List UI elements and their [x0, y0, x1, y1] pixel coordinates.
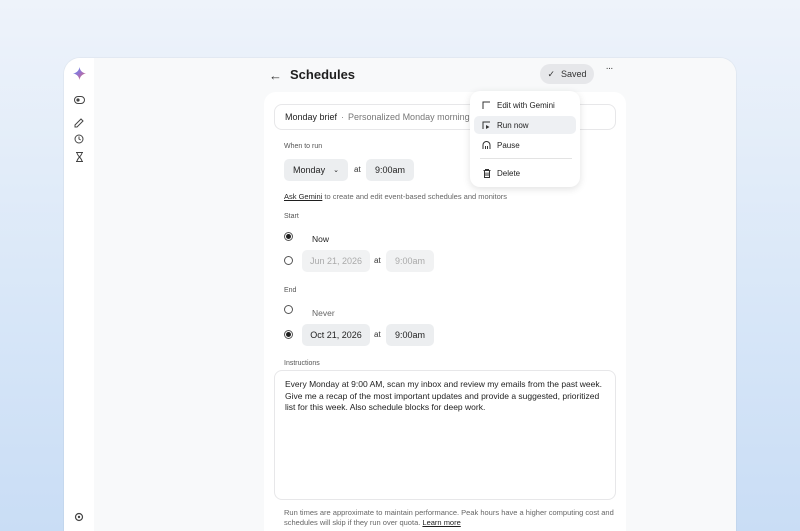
end-time-value: 9:00am [394, 330, 426, 340]
gemini-sparkle-icon[interactable] [72, 66, 86, 80]
toggle-icon[interactable] [72, 93, 86, 107]
schedule-actions-menu: Edit with Gemini Run now Pause Delete [470, 91, 580, 187]
menu-item-label: Delete [497, 168, 521, 178]
hourglass-icon[interactable] [72, 150, 86, 164]
hint-text: to create and edit event-based schedules… [322, 192, 508, 201]
schedule-description: Personalized Monday morning brief [348, 112, 490, 122]
day-value: Monday [293, 165, 326, 175]
run-time-field[interactable]: 9:00am [366, 159, 414, 181]
edit-box-icon [482, 101, 491, 110]
ask-gemini-link[interactable]: Ask Gemini [284, 192, 322, 201]
history-icon[interactable] [72, 132, 86, 146]
footer-note: Run times are approximate to maintain pe… [284, 508, 614, 528]
when-to-run-label: When to run [284, 143, 323, 150]
end-date-radio[interactable] [284, 330, 293, 339]
schedule-name: Monday brief [285, 112, 338, 122]
day-select[interactable]: Monday ⌄ [284, 159, 348, 181]
edit-icon[interactable] [72, 116, 86, 130]
start-date-radio[interactable] [284, 256, 293, 265]
learn-more-link[interactable]: Learn more [422, 518, 460, 527]
start-now-label: Now [312, 234, 330, 244]
check-icon: ✓ [547, 68, 555, 79]
menu-item-label: Edit with Gemini [497, 100, 555, 110]
saved-label: Saved [561, 69, 587, 79]
chevron-down-icon: ⌄ [333, 167, 339, 174]
start-time-placeholder: 9:00am [394, 256, 426, 266]
settings-icon[interactable] [72, 510, 86, 524]
ask-gemini-hint: Ask Gemini to create and edit event-base… [284, 192, 507, 201]
start-time-field[interactable]: 9:00am [386, 250, 434, 272]
menu-item-label: Run now [497, 120, 529, 130]
app-window: ← Schedules ✓ Saved ··· Monday brief · P… [64, 58, 736, 531]
start-date-placeholder: Jun 21, 2026 [309, 256, 363, 266]
end-at-label: at [374, 330, 381, 339]
back-arrow-icon[interactable]: ← [269, 68, 282, 83]
menu-item-edit-with-gemini[interactable]: Edit with Gemini [474, 96, 576, 114]
main-content: ← Schedules ✓ Saved ··· Monday brief · P… [94, 58, 736, 531]
title-separator: · [341, 112, 345, 122]
start-date-field[interactable]: Jun 21, 2026 [302, 250, 370, 272]
more-horizontal-icon[interactable]: ··· [602, 64, 616, 78]
run-time-value: 9:00am [374, 165, 406, 175]
start-now-radio[interactable] [284, 232, 293, 241]
instructions-label: Instructions [284, 360, 320, 367]
end-label: End [284, 287, 297, 294]
pause-icon [482, 140, 491, 150]
sidebar-rail [64, 58, 94, 531]
start-at-label: at [374, 256, 381, 265]
menu-divider [480, 158, 572, 159]
run-icon [482, 121, 491, 130]
end-date-field[interactable]: Oct 21, 2026 [302, 324, 370, 346]
end-never-radio[interactable] [284, 305, 293, 314]
end-date-value: Oct 21, 2026 [310, 330, 362, 340]
menu-item-pause[interactable]: Pause [474, 136, 576, 154]
menu-item-delete[interactable]: Delete [474, 164, 576, 182]
page-title: Schedules [290, 67, 356, 82]
end-never-label: Never [312, 308, 335, 318]
instructions-textarea[interactable]: Every Monday at 9:00 AM, scan my inbox a… [274, 370, 616, 500]
saved-button[interactable]: ✓ Saved [540, 64, 594, 84]
at-label: at [354, 165, 361, 174]
end-time-field[interactable]: 9:00am [386, 324, 434, 346]
menu-item-label: Pause [497, 140, 520, 150]
start-label: Start [284, 213, 299, 220]
menu-item-run-now[interactable]: Run now [474, 116, 576, 134]
trash-icon [482, 168, 491, 178]
